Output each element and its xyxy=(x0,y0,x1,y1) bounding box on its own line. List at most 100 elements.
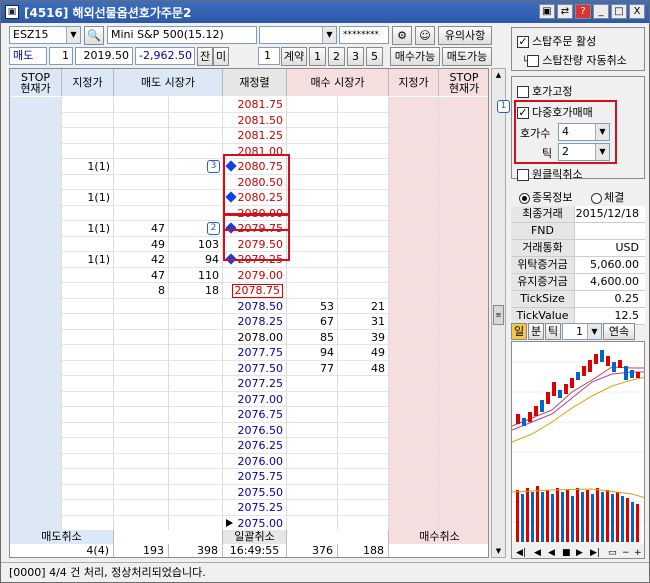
account-select[interactable]: ▼ xyxy=(259,26,337,44)
sell-designated-cell[interactable] xyxy=(62,360,114,376)
buy-count-cell[interactable] xyxy=(338,205,389,221)
stop-buy-cell[interactable] xyxy=(439,407,488,422)
sell-count-cell[interactable]: 2 xyxy=(169,221,223,236)
table-row[interactable]: 2081.00 xyxy=(10,143,488,159)
reorder-header[interactable]: 재정렬 xyxy=(223,69,287,96)
sell-count-cell[interactable] xyxy=(169,345,223,360)
table-row[interactable]: 2080.00 xyxy=(10,205,488,221)
buy-designated-cell[interactable] xyxy=(389,112,439,128)
buy-count-cell[interactable] xyxy=(338,469,389,484)
buy-count-cell[interactable] xyxy=(338,407,389,422)
tick-select[interactable]: 2 ▼ xyxy=(558,143,610,161)
price-cell[interactable]: 2076.25 xyxy=(223,438,287,453)
table-row[interactable]: 2076.75 xyxy=(10,407,488,423)
stop-buy-cell[interactable] xyxy=(439,500,488,515)
buy-qty-cell[interactable]: 77 xyxy=(287,360,338,376)
sell-designated-cell[interactable] xyxy=(62,345,114,360)
buy-designated-cell[interactable] xyxy=(389,283,439,298)
price-cell[interactable]: 2080.25 xyxy=(223,190,287,205)
stop-buy-cell[interactable] xyxy=(439,298,488,314)
table-row[interactable]: 8 18 2078.75 xyxy=(10,283,488,299)
tab-execution[interactable]: 체결 xyxy=(591,189,624,205)
buy-designated-cell[interactable] xyxy=(389,391,439,407)
buy-count-cell[interactable] xyxy=(338,143,389,159)
sell-qty-cell[interactable] xyxy=(114,391,169,407)
sell-count-cell[interactable] xyxy=(169,314,223,329)
qty-5-button[interactable]: 5 xyxy=(366,47,383,66)
sell-qty-cell[interactable] xyxy=(114,314,169,329)
table-row[interactable]: 2077.25 xyxy=(10,376,488,392)
buy-count-cell[interactable] xyxy=(338,267,389,283)
sell-designated-cell[interactable] xyxy=(62,112,114,128)
chart-nav-back-icon[interactable]: ◀ xyxy=(548,548,555,558)
stop-sell-cell[interactable] xyxy=(10,236,62,252)
stop-buy-cell[interactable] xyxy=(439,236,488,252)
sell-qty-cell[interactable] xyxy=(114,376,169,391)
sell-qty-cell[interactable] xyxy=(114,407,169,422)
balance-button[interactable]: 잔 xyxy=(197,47,213,66)
buy-qty-cell[interactable] xyxy=(287,407,338,422)
buy-count-cell[interactable] xyxy=(338,112,389,128)
price-cell[interactable]: 2080.50 xyxy=(223,174,287,190)
sell-count-cell[interactable]: 103 xyxy=(169,236,223,252)
price-cell[interactable]: 2077.00 xyxy=(223,391,287,407)
stop-sell-cell[interactable] xyxy=(10,97,62,112)
buy-count-cell[interactable]: 21 xyxy=(338,298,389,314)
sell-designated-cell[interactable] xyxy=(62,205,114,221)
buy-designated-cell[interactable] xyxy=(389,422,439,438)
buy-qty-cell[interactable] xyxy=(287,438,338,453)
sell-count-cell[interactable] xyxy=(169,453,223,469)
stop-sell-cell[interactable] xyxy=(10,112,62,128)
buy-qty-cell[interactable]: 94 xyxy=(287,345,338,360)
buy-designated-cell[interactable] xyxy=(389,143,439,159)
help-button[interactable]: ? xyxy=(575,4,591,19)
stop-buy-cell[interactable] xyxy=(439,314,488,329)
stop-sell-cell[interactable] xyxy=(10,515,62,531)
sell-qty-cell[interactable] xyxy=(114,128,169,143)
table-row[interactable]: 1(1) 3 2080.75 xyxy=(10,159,488,175)
buy-qty-cell[interactable] xyxy=(287,174,338,190)
chart-nav-play-icon[interactable]: ▶ xyxy=(576,548,583,558)
buy-designated-cell[interactable] xyxy=(389,97,439,112)
buy-designated-cell[interactable] xyxy=(389,360,439,376)
sell-designated-cell[interactable] xyxy=(62,484,114,500)
sell-designated-cell[interactable] xyxy=(62,314,114,329)
sell-count-cell[interactable] xyxy=(169,360,223,376)
stop-sell-cell[interactable] xyxy=(10,422,62,438)
buy-designated-cell[interactable] xyxy=(389,329,439,345)
buy-qty-cell[interactable] xyxy=(287,112,338,128)
price-cell[interactable]: 2078.25 xyxy=(223,314,287,329)
stop-buy-cell[interactable] xyxy=(439,422,488,438)
buy-designated-cell[interactable] xyxy=(389,500,439,515)
price-cell[interactable]: 2081.75 xyxy=(223,97,287,112)
stop-buy-cell[interactable] xyxy=(439,97,488,112)
buy-qty-cell[interactable] xyxy=(287,283,338,298)
chart-nav-first-icon[interactable]: ◀| xyxy=(516,548,526,558)
buy-qty-cell[interactable] xyxy=(287,515,338,531)
buy-qty-cell[interactable] xyxy=(287,453,338,469)
table-row[interactable]: 2076.50 xyxy=(10,422,488,438)
sell-designated-cell[interactable] xyxy=(62,283,114,298)
stop-buy-cell[interactable] xyxy=(439,159,488,174)
radio-selected-icon[interactable] xyxy=(519,192,530,204)
stop-sell-cell[interactable] xyxy=(10,391,62,407)
stop-buy-cell[interactable] xyxy=(439,515,488,531)
scroll-down-icon[interactable]: ▼ xyxy=(493,545,504,557)
sell-qty-cell[interactable]: 8 xyxy=(114,283,169,298)
checked-icon[interactable]: ✓ xyxy=(517,107,529,119)
buy-count-cell[interactable] xyxy=(338,515,389,531)
stop-sell-cell[interactable] xyxy=(10,453,62,469)
buy-qty-cell[interactable] xyxy=(287,484,338,500)
close-button[interactable]: X xyxy=(629,4,645,19)
price-cell[interactable]: 2076.50 xyxy=(223,422,287,438)
sell-qty-cell[interactable] xyxy=(114,159,169,174)
buy-count-cell[interactable] xyxy=(338,391,389,407)
qty-2-button[interactable]: 2 xyxy=(328,47,345,66)
price-cell[interactable]: 2079.75 xyxy=(223,221,287,236)
buy-available-button[interactable]: 매수가능 xyxy=(390,47,440,66)
stop-buy-cell[interactable] xyxy=(439,174,488,190)
table-row[interactable]: 2081.50 xyxy=(10,112,488,128)
buy-qty-cell[interactable] xyxy=(287,422,338,438)
sell-count-cell[interactable] xyxy=(169,391,223,407)
sell-qty-cell[interactable] xyxy=(114,298,169,314)
